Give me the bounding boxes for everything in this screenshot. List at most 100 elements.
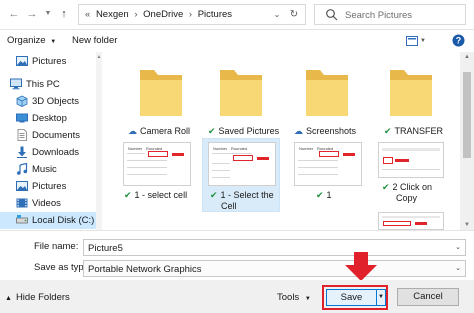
- image-thumbnail: Number Rounded: [294, 142, 362, 186]
- sidebar-item-3d-objects[interactable]: 3D Objects: [0, 93, 96, 110]
- image-label: ✔ 1 - Select the: [210, 190, 274, 200]
- sidebar-item-pictures-quick[interactable]: Pictures: [0, 53, 96, 70]
- documents-icon: [17, 129, 27, 141]
- red-highlight-box: [383, 157, 393, 164]
- computer-icon: [10, 78, 22, 90]
- sidebar-item-label: Pictures: [32, 56, 67, 67]
- sidebar-item-label: Pictures: [32, 181, 67, 192]
- red-highlight-box: [383, 221, 411, 226]
- scroll-up-arrow-icon[interactable]: ▲: [460, 54, 474, 60]
- address-dropdown-icon[interactable]: ⌄: [271, 8, 283, 22]
- breadcrumb-separator-icon: ›: [134, 9, 138, 20]
- new-folder-button[interactable]: New folder: [72, 35, 117, 46]
- chevron-down-icon: ▼: [304, 296, 311, 302]
- 3d-objects-icon: [16, 95, 28, 107]
- sidebar-item-videos[interactable]: Videos: [0, 195, 96, 212]
- folder-tile-camera-roll[interactable]: ☁ Camera Roll: [126, 52, 208, 136]
- sidebar-item-local-disk-c[interactable]: Local Disk (C:): [0, 212, 96, 229]
- help-icon[interactable]: ?: [452, 34, 465, 47]
- image-tile-select-the-cell[interactable]: Number Rounded ✔ 1 - Select the Cell: [204, 140, 286, 212]
- sidebar-item-documents[interactable]: Documents: [0, 127, 96, 144]
- address-row: ← → ▼ ↑ « Nexgen › OneDrive › Pictures ⌄…: [0, 0, 474, 30]
- sidebar-item-label: Videos: [32, 198, 61, 209]
- tools-menu[interactable]: Tools ▼: [277, 292, 311, 303]
- folder-tile-saved-pictures[interactable]: ✔ Saved Pictures: [206, 52, 288, 136]
- back-arrow-icon[interactable]: ←: [6, 6, 22, 22]
- address-bar[interactable]: « Nexgen › OneDrive › Pictures ⌄ ↻: [78, 4, 306, 25]
- synced-check-icon: ✔: [384, 126, 392, 136]
- red-arrow-icon: [415, 222, 427, 225]
- scrollbar-thumb[interactable]: [463, 72, 471, 158]
- file-list-scrollbar[interactable]: ▲ ▼: [460, 52, 474, 230]
- save-button[interactable]: Save: [326, 289, 377, 306]
- save-form: File name: ⌄ Save as type: Portable Netw…: [0, 230, 474, 280]
- sidebar-item-label: Music: [32, 164, 57, 175]
- image-thumbnail: [378, 142, 444, 178]
- sidebar-item-label: Downloads: [32, 147, 79, 158]
- sidebar-item-label: This PC: [26, 79, 60, 90]
- red-arrow-icon: [343, 153, 355, 156]
- sidebar-item-pictures[interactable]: Pictures: [0, 178, 96, 195]
- thumb-text: Number: [299, 146, 314, 151]
- file-name-label: File name:: [34, 241, 79, 252]
- breadcrumb-item[interactable]: Pictures: [198, 9, 232, 20]
- thumb-text: Rounded: [231, 146, 248, 151]
- synced-check-icon: ✔: [382, 182, 390, 192]
- folder-tile-screenshots[interactable]: ☁ Screenshots: [292, 52, 374, 136]
- breadcrumb-item[interactable]: Nexgen: [96, 9, 129, 20]
- synced-check-icon: ✔: [124, 190, 132, 200]
- hide-folders-toggle[interactable]: ▲ Hide Folders: [5, 292, 70, 303]
- synced-check-icon: ✔: [316, 190, 324, 200]
- svg-text:?: ?: [456, 36, 462, 46]
- sidebar-item-music[interactable]: Music: [0, 161, 96, 178]
- drive-icon: [16, 215, 28, 224]
- sidebar-item-downloads[interactable]: Downloads: [0, 144, 96, 161]
- sidebar-item-this-pc[interactable]: This PC: [0, 76, 96, 93]
- refresh-icon[interactable]: ↻: [287, 8, 301, 22]
- image-label: ✔ 1 - select cell: [124, 190, 188, 200]
- sidebar-item-label: Local Disk (C:): [32, 215, 95, 226]
- forward-arrow-icon[interactable]: →: [24, 6, 40, 22]
- search-box[interactable]: [314, 4, 466, 25]
- save-type-select[interactable]: Portable Network Graphics ⌄: [83, 260, 466, 277]
- sidebar-item-label: Documents: [32, 130, 81, 141]
- folder-icon: [306, 70, 348, 116]
- red-highlight-box: [319, 151, 339, 157]
- search-input[interactable]: [345, 8, 461, 22]
- red-highlight-box: [233, 155, 253, 161]
- folder-tile-transfer[interactable]: ✔ TRANSFER: [376, 52, 458, 136]
- pictures-icon: [16, 56, 28, 66]
- organize-menu[interactable]: Organize ▼: [7, 35, 56, 46]
- image-label: ✔ 2 Click on: [382, 182, 433, 192]
- breadcrumb-item[interactable]: OneDrive: [143, 9, 183, 20]
- sidebar-item-label: 3D Objects: [32, 96, 79, 107]
- image-tile-select-cell[interactable]: Number Rounded ✔ 1 - select cell: [120, 140, 202, 202]
- red-annotation-arrow-icon: [345, 252, 377, 281]
- cloud-status-icon: ☁: [128, 126, 137, 136]
- file-name-dropdown-icon[interactable]: ⌄: [455, 243, 461, 251]
- scroll-down-arrow-icon[interactable]: ▼: [460, 222, 474, 228]
- dialog-footer: ▲ Hide Folders Tools ▼ Save ▼ Cancel: [0, 280, 474, 313]
- red-highlight-box: [148, 151, 168, 157]
- search-icon: [326, 9, 338, 21]
- save-options-dropdown-icon[interactable]: ▼: [377, 289, 386, 306]
- folder-label: ✔ TRANSFER: [384, 126, 444, 136]
- file-name-input[interactable]: [88, 242, 448, 255]
- save-type-dropdown-icon[interactable]: ⌄: [455, 264, 461, 272]
- chevron-up-icon: ▲: [5, 295, 12, 302]
- view-options-icon[interactable]: [406, 35, 418, 47]
- synced-check-icon: ✔: [210, 190, 218, 200]
- breadcrumb-overflow[interactable]: «: [85, 9, 90, 20]
- image-thumbnail: Number Rounded: [208, 142, 276, 186]
- folder-label: ☁ Screenshots: [294, 126, 357, 136]
- folder-icon: [140, 70, 182, 116]
- recent-locations-chevron-icon[interactable]: ▼: [40, 6, 56, 22]
- image-tile-1[interactable]: Number Rounded ✔ 1: [292, 140, 374, 202]
- sidebar-item-desktop[interactable]: Desktop: [0, 110, 96, 127]
- up-arrow-icon[interactable]: ↑: [56, 6, 72, 22]
- cancel-button[interactable]: Cancel: [397, 288, 459, 306]
- image-label: ✔ 1: [316, 190, 332, 200]
- view-dropdown-icon[interactable]: ▼: [420, 38, 426, 50]
- image-tile-click-on-copy[interactable]: ✔ 2 Click on Copy: [376, 140, 458, 230]
- file-name-field[interactable]: ⌄: [83, 239, 466, 256]
